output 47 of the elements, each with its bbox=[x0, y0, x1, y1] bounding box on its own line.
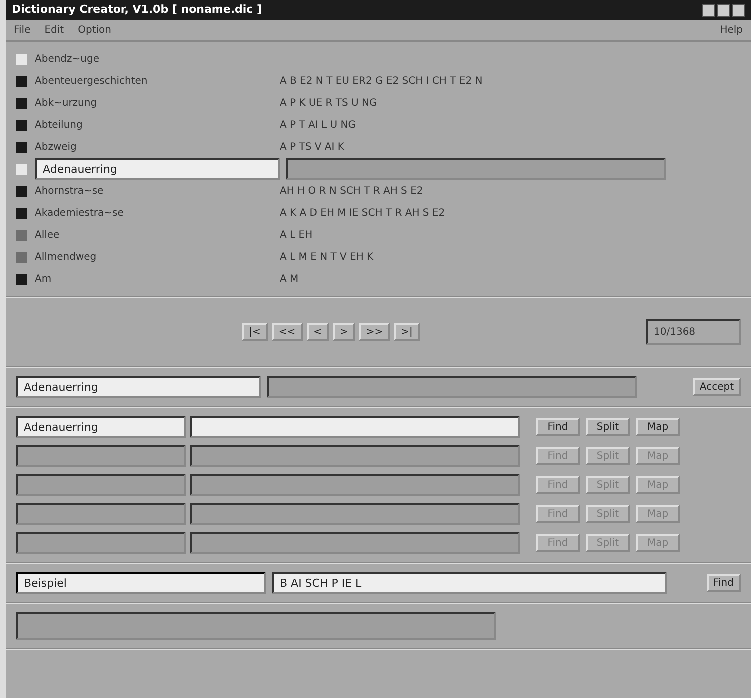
menu-item[interactable]: Edit bbox=[44, 22, 64, 38]
minimize-button[interactable] bbox=[702, 4, 715, 16]
nav-button[interactable]: << bbox=[272, 323, 303, 341]
word-text[interactable]: Abk~urzung bbox=[35, 96, 280, 110]
phonetic-field[interactable] bbox=[286, 158, 666, 180]
nav-button[interactable]: >> bbox=[359, 323, 390, 341]
menu-item[interactable]: File bbox=[14, 22, 31, 38]
word-text[interactable]: Abendz~uge bbox=[35, 52, 280, 66]
phonetic-text: A P TS V AI K bbox=[280, 140, 344, 154]
action-button[interactable]: Split bbox=[586, 418, 630, 436]
window-title: Dictionary Creator, V1.0b [ noname.dic ] bbox=[12, 2, 264, 18]
phonetic-text: A M bbox=[280, 272, 299, 286]
phonetic-field[interactable]: B AI SCH P IE L bbox=[272, 572, 667, 594]
nav-button[interactable]: |< bbox=[242, 323, 268, 341]
nav-button[interactable]: >| bbox=[394, 323, 420, 341]
maximize-button[interactable] bbox=[717, 4, 730, 16]
phonetic-text: A P T AI L U NG bbox=[280, 118, 356, 132]
word-field[interactable]: Adenauerring bbox=[16, 376, 261, 398]
word-text[interactable]: Ahornstra~se bbox=[35, 184, 280, 198]
record-counter: 10/1368 bbox=[646, 319, 741, 345]
word-field[interactable]: Beispiel bbox=[16, 572, 266, 594]
phonetic-text: A L M E N T V EH K bbox=[280, 250, 374, 264]
word-text[interactable]: Abzweig bbox=[35, 140, 280, 154]
find-button[interactable]: Find bbox=[706, 574, 741, 592]
menu-item[interactable]: Help bbox=[720, 22, 743, 38]
accept-button[interactable]: Accept bbox=[692, 378, 741, 396]
word-text[interactable]: Akademiestra~se bbox=[35, 206, 280, 220]
word-text[interactable]: Allmendweg bbox=[35, 250, 280, 264]
action-button[interactable]: Find bbox=[536, 418, 580, 436]
word-text[interactable]: Abenteuergeschichten bbox=[35, 74, 280, 88]
nav-button[interactable]: > bbox=[333, 323, 356, 341]
close-button[interactable] bbox=[732, 4, 745, 16]
split-field[interactable] bbox=[190, 416, 520, 438]
phonetic-text: A B E2 N T EU ER2 G E2 SCH I CH T E2 N bbox=[280, 74, 483, 88]
nav-button[interactable]: < bbox=[306, 323, 329, 341]
phonetic-text: A K A D EH M IE SCH T R AH S E2 bbox=[280, 206, 446, 220]
phonetic-text: A L EH bbox=[280, 228, 313, 242]
phonetic-text: A P K UE R TS U NG bbox=[280, 96, 378, 110]
word-field[interactable]: Adenauerring bbox=[35, 158, 280, 180]
menu-item[interactable]: Option bbox=[78, 22, 112, 38]
word-text[interactable]: Allee bbox=[35, 228, 280, 242]
word-field[interactable]: Adenauerring bbox=[16, 416, 186, 438]
word-text[interactable]: Am bbox=[35, 272, 280, 286]
word-text[interactable]: Abteilung bbox=[35, 118, 280, 132]
phonetic-text: AH H O R N SCH T R AH S E2 bbox=[280, 184, 424, 198]
action-button[interactable]: Map bbox=[636, 418, 680, 436]
phonetic-field[interactable] bbox=[267, 376, 637, 398]
